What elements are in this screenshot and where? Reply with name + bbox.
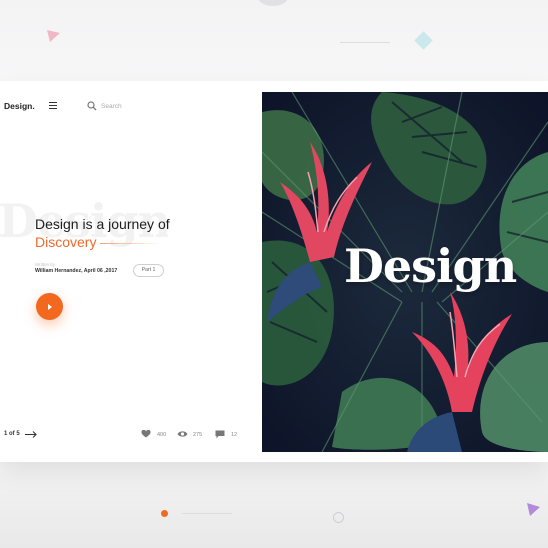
- design-title-overlay: Design: [344, 239, 517, 293]
- likes-stat[interactable]: 400: [141, 429, 171, 439]
- heart-icon: [141, 430, 151, 438]
- showcase-stage: Design. Design Design is a journey of Di…: [0, 0, 548, 548]
- page-indicator: 1 of 5: [4, 431, 20, 437]
- views-count: 275: [193, 432, 203, 438]
- purple-triangle-decoration: [527, 503, 540, 516]
- eye-icon: [177, 431, 188, 437]
- orange-dot-decoration: [161, 510, 168, 517]
- comments-stat[interactable]: 12: [215, 429, 241, 439]
- search-input[interactable]: [101, 101, 171, 112]
- likes-count: 400: [157, 432, 167, 438]
- search-icon[interactable]: [87, 101, 97, 111]
- top-circle-decoration: [258, 0, 288, 6]
- headline-text: Design is a journey of: [35, 216, 170, 232]
- brand-logo[interactable]: Design.: [4, 101, 35, 111]
- author-date: William Hernandez, April 06 ,2017: [35, 268, 118, 274]
- article-panel: Design. Design Design is a journey of Di…: [0, 81, 262, 462]
- ring-decoration: [333, 512, 344, 523]
- top-line-decoration: [340, 42, 390, 43]
- comments-count: 12: [231, 432, 238, 438]
- mint-diamond-decoration: [414, 31, 433, 50]
- play-button[interactable]: [36, 293, 63, 320]
- pink-triangle-decoration: [47, 30, 60, 42]
- bottom-line-decoration: [182, 513, 232, 514]
- hero-image: Design: [262, 92, 548, 452]
- menu-icon[interactable]: [49, 102, 57, 110]
- part-button[interactable]: Part 1: [133, 264, 164, 277]
- views-stat[interactable]: 275: [177, 429, 207, 439]
- comment-icon: [215, 430, 225, 439]
- headline-accent: Discovery: [35, 234, 97, 250]
- article-headline: Design is a journey of Discovery: [35, 215, 170, 251]
- accent-underline: [100, 243, 160, 244]
- written-by-label: Written by: [35, 262, 56, 267]
- arrow-right-icon[interactable]: [24, 430, 38, 439]
- article-card: Design. Design Design is a journey of Di…: [0, 81, 548, 462]
